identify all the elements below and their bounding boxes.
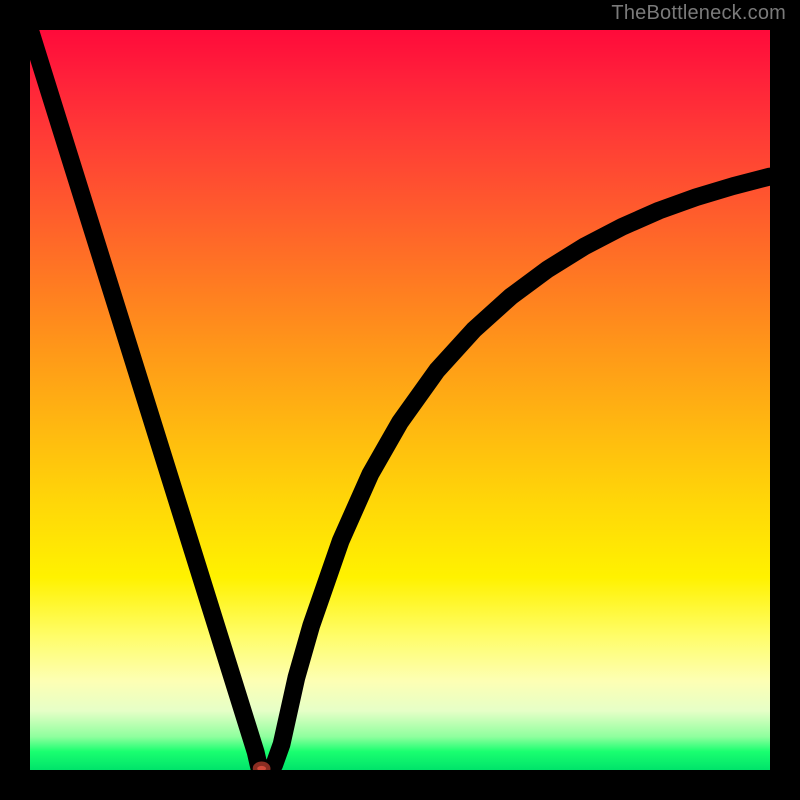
attribution-text: TheBottleneck.com: [611, 2, 786, 25]
plot-area: [30, 30, 770, 770]
bottleneck-curve: [30, 30, 770, 769]
curve-layer: [30, 30, 770, 770]
optimal-marker: [255, 764, 268, 770]
chart-container: TheBottleneck.com: [0, 0, 800, 800]
